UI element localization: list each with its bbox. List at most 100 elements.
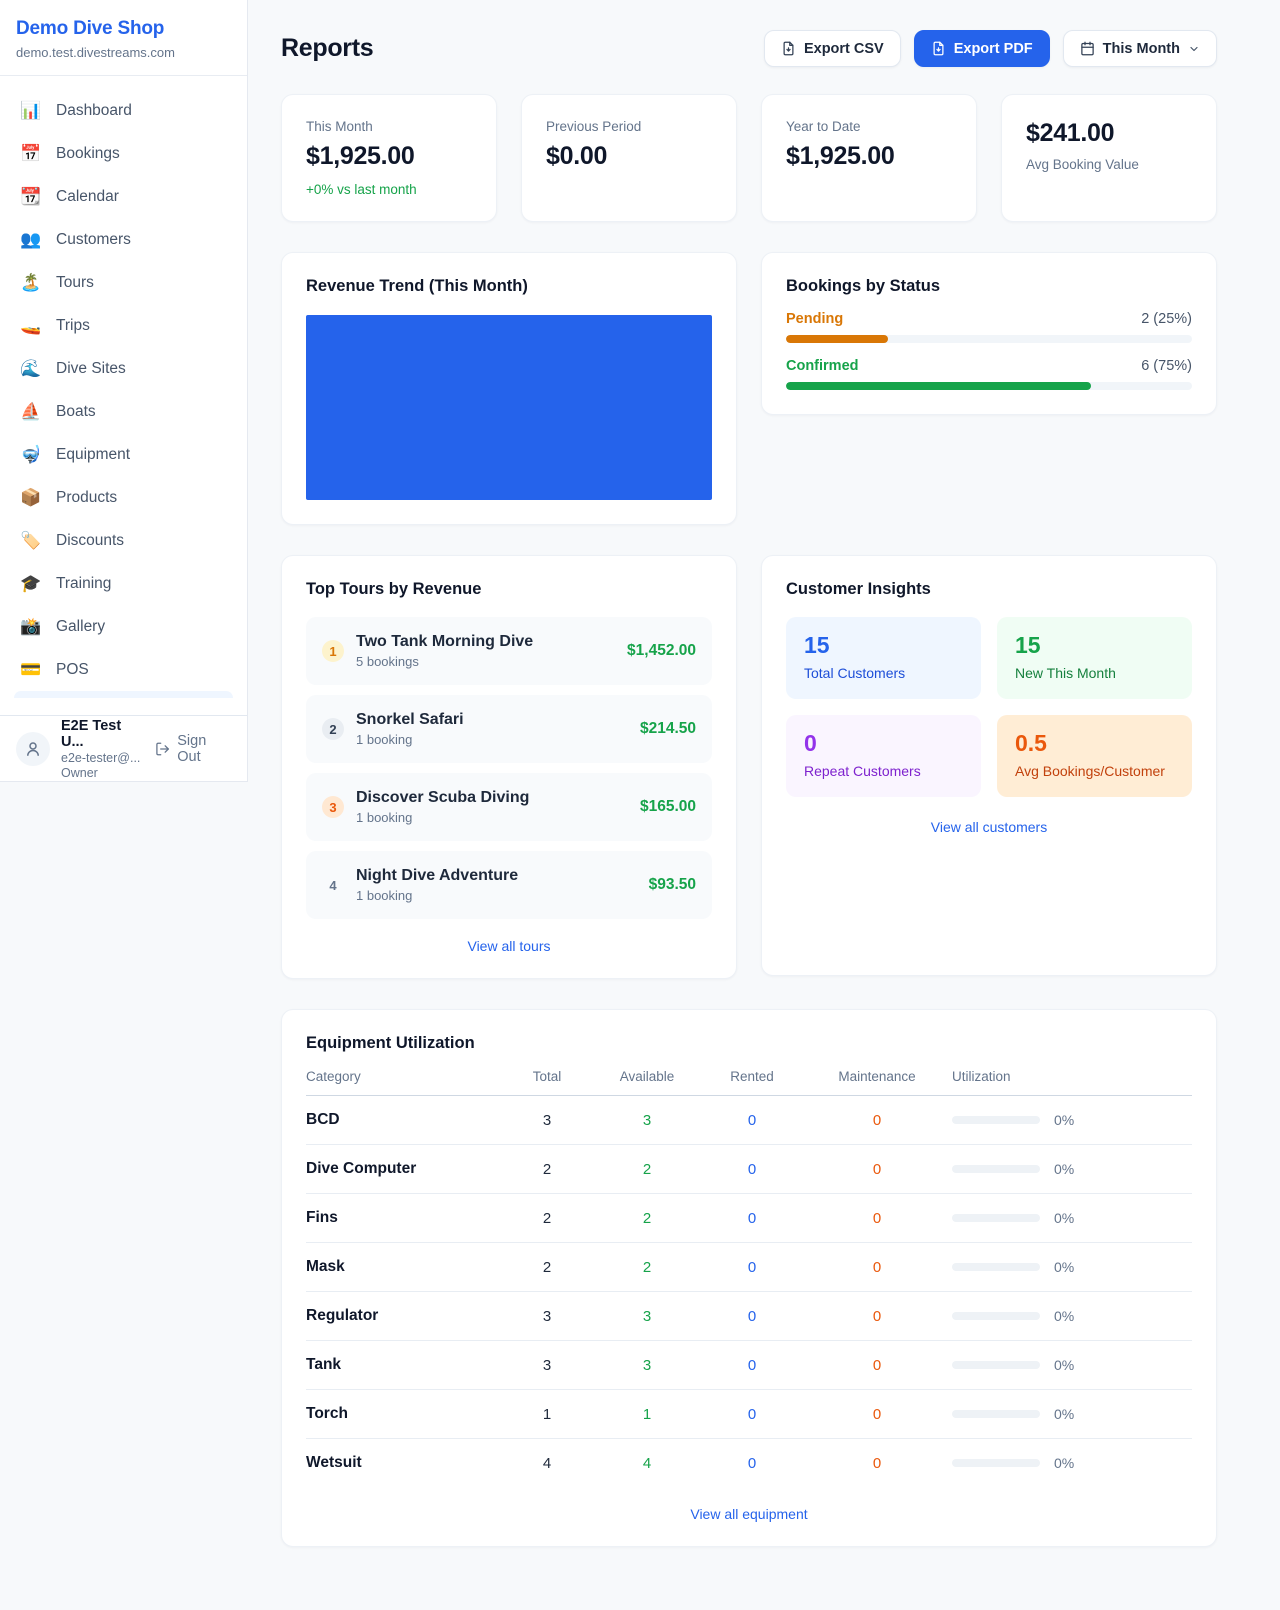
tour-row: 4 Night Dive Adventure 1 booking $93.50 xyxy=(306,851,712,919)
sidebar-item-customers[interactable]: 👥 Customers xyxy=(0,218,247,261)
period-dropdown[interactable]: This Month xyxy=(1063,30,1217,67)
utilization-percent: 0% xyxy=(1054,1455,1074,1471)
table-row: Torch 1 1 0 0 0% xyxy=(306,1390,1192,1439)
sidebar-item-bookings[interactable]: 📅 Bookings xyxy=(0,132,247,175)
sidebar-item-tours[interactable]: 🏝️ Tours xyxy=(0,261,247,304)
stat-label: Previous Period xyxy=(546,119,712,134)
sidebar-item-equipment[interactable]: 🤿 Equipment xyxy=(0,433,247,476)
tour-name: Night Dive Adventure xyxy=(356,867,518,885)
sidebar-item-label: Trips xyxy=(56,317,90,335)
utilization-percent: 0% xyxy=(1054,1357,1074,1373)
equipment-available: 1 xyxy=(592,1406,702,1423)
tag-icon: 🏷️ xyxy=(20,531,42,551)
rank-badge: 3 xyxy=(322,796,344,818)
sidebar-item-dive-sites[interactable]: 🌊 Dive Sites xyxy=(0,347,247,390)
top-tours-card: Top Tours by Revenue 1 Two Tank Morning … xyxy=(281,555,737,979)
equipment-available: 3 xyxy=(592,1112,702,1129)
stat-card-previous-period: Previous Period $0.00 xyxy=(521,94,737,222)
sign-out-label: Sign Out xyxy=(177,733,231,765)
sidebar-item-reports-partial[interactable] xyxy=(14,691,233,698)
tour-bookings: 5 bookings xyxy=(356,654,533,669)
equipment-utilization-cell: 0% xyxy=(952,1308,1192,1324)
sidebar-item-trips[interactable]: 🚤 Trips xyxy=(0,304,247,347)
tile-repeat-customers: 0 Repeat Customers xyxy=(786,715,981,797)
equipment-category: Regulator xyxy=(306,1307,502,1325)
sidebar-item-dashboard[interactable]: 📊 Dashboard xyxy=(0,89,247,132)
user-name: E2E Test U... xyxy=(61,718,144,750)
sidebar-item-label: Customers xyxy=(56,231,131,249)
camera-icon: 📸 xyxy=(20,617,42,637)
equipment-available: 2 xyxy=(592,1210,702,1227)
utilization-bar-track xyxy=(952,1116,1040,1124)
user-info: E2E Test U... e2e-tester@... Owner xyxy=(61,718,144,780)
export-csv-button[interactable]: Export CSV xyxy=(764,30,901,67)
calendar-icon xyxy=(1080,41,1095,56)
sailboat-icon: ⛵ xyxy=(20,402,42,422)
sidebar-item-products[interactable]: 📦 Products xyxy=(0,476,247,519)
header-actions: Export CSV Export PDF This Month xyxy=(764,30,1217,67)
equipment-utilization-cell: 0% xyxy=(952,1210,1192,1226)
sidebar-item-label: Dive Sites xyxy=(56,360,126,378)
equipment-available: 2 xyxy=(592,1259,702,1276)
dashboard-icon: 📊 xyxy=(20,101,42,121)
tour-revenue: $214.50 xyxy=(640,720,696,738)
tour-revenue: $93.50 xyxy=(649,876,696,894)
sidebar-item-pos[interactable]: 💳 POS xyxy=(0,648,247,691)
equipment-utilization-cell: 0% xyxy=(952,1357,1192,1373)
tile-avg-bookings-customer: 0.5 Avg Bookings/Customer xyxy=(997,715,1192,797)
equipment-total: 4 xyxy=(502,1455,592,1472)
equipment-maintenance: 0 xyxy=(802,1161,952,1178)
equipment-category: Mask xyxy=(306,1258,502,1276)
stat-card-this-month: This Month $1,925.00 +0% vs last month xyxy=(281,94,497,222)
sidebar-item-discounts[interactable]: 🏷️ Discounts xyxy=(0,519,247,562)
sidebar-item-label: Bookings xyxy=(56,145,120,163)
shop-header: Demo Dive Shop demo.test.divestreams.com xyxy=(0,0,247,76)
rank-badge: 4 xyxy=(322,874,344,896)
user-email: e2e-tester@... xyxy=(61,751,144,765)
view-all-equipment-link[interactable]: View all equipment xyxy=(306,1506,1192,1522)
tour-name: Discover Scuba Diving xyxy=(356,789,529,807)
table-row: Tank 3 3 0 0 0% xyxy=(306,1341,1192,1390)
col-category: Category xyxy=(306,1069,502,1084)
stat-delta: +0% vs last month xyxy=(306,182,472,197)
chevron-down-icon xyxy=(1188,43,1200,55)
equipment-total: 3 xyxy=(502,1357,592,1374)
revenue-trend-chart xyxy=(306,315,712,500)
equipment-rented: 0 xyxy=(702,1210,802,1227)
sidebar-item-gallery[interactable]: 📸 Gallery xyxy=(0,605,247,648)
equipment-category: Torch xyxy=(306,1405,502,1423)
view-all-customers-link[interactable]: View all customers xyxy=(786,819,1192,835)
export-pdf-button[interactable]: Export PDF xyxy=(914,30,1050,67)
utilization-bar-track xyxy=(952,1263,1040,1271)
equipment-maintenance: 0 xyxy=(802,1406,952,1423)
bookings-calendar-icon: 📅 xyxy=(20,144,42,164)
tile-label: Avg Bookings/Customer xyxy=(1015,763,1174,779)
equipment-utilization-cell: 0% xyxy=(952,1112,1192,1128)
tile-new-this-month: 15 New This Month xyxy=(997,617,1192,699)
status-bar-track xyxy=(786,382,1192,390)
person-icon xyxy=(24,740,42,758)
sidebar-item-label: Discounts xyxy=(56,532,124,550)
tile-value: 0 xyxy=(804,730,963,757)
col-total: Total xyxy=(502,1069,592,1084)
equipment-category: BCD xyxy=(306,1111,502,1129)
customers-icon: 👥 xyxy=(20,230,42,250)
sidebar-item-calendar[interactable]: 📆 Calendar xyxy=(0,175,247,218)
diving-mask-icon: 🤿 xyxy=(20,445,42,465)
top-tours-title: Top Tours by Revenue xyxy=(306,580,712,599)
equipment-utilization-cell: 0% xyxy=(952,1259,1192,1275)
equipment-utilization-cell: 0% xyxy=(952,1161,1192,1177)
stat-value: $0.00 xyxy=(546,142,712,171)
view-all-tours-link[interactable]: View all tours xyxy=(306,938,712,954)
col-rented: Rented xyxy=(702,1069,802,1084)
tour-name: Snorkel Safari xyxy=(356,711,464,729)
equipment-utilization-title: Equipment Utilization xyxy=(306,1034,1192,1053)
sidebar-item-training[interactable]: 🎓 Training xyxy=(0,562,247,605)
sign-out-button[interactable]: Sign Out xyxy=(155,733,231,765)
equipment-total: 2 xyxy=(502,1210,592,1227)
insights-row: Top Tours by Revenue 1 Two Tank Morning … xyxy=(281,555,1217,979)
tour-name: Two Tank Morning Dive xyxy=(356,633,533,651)
equipment-total: 1 xyxy=(502,1406,592,1423)
sidebar-item-boats[interactable]: ⛵ Boats xyxy=(0,390,247,433)
tour-row: 3 Discover Scuba Diving 1 booking $165.0… xyxy=(306,773,712,841)
